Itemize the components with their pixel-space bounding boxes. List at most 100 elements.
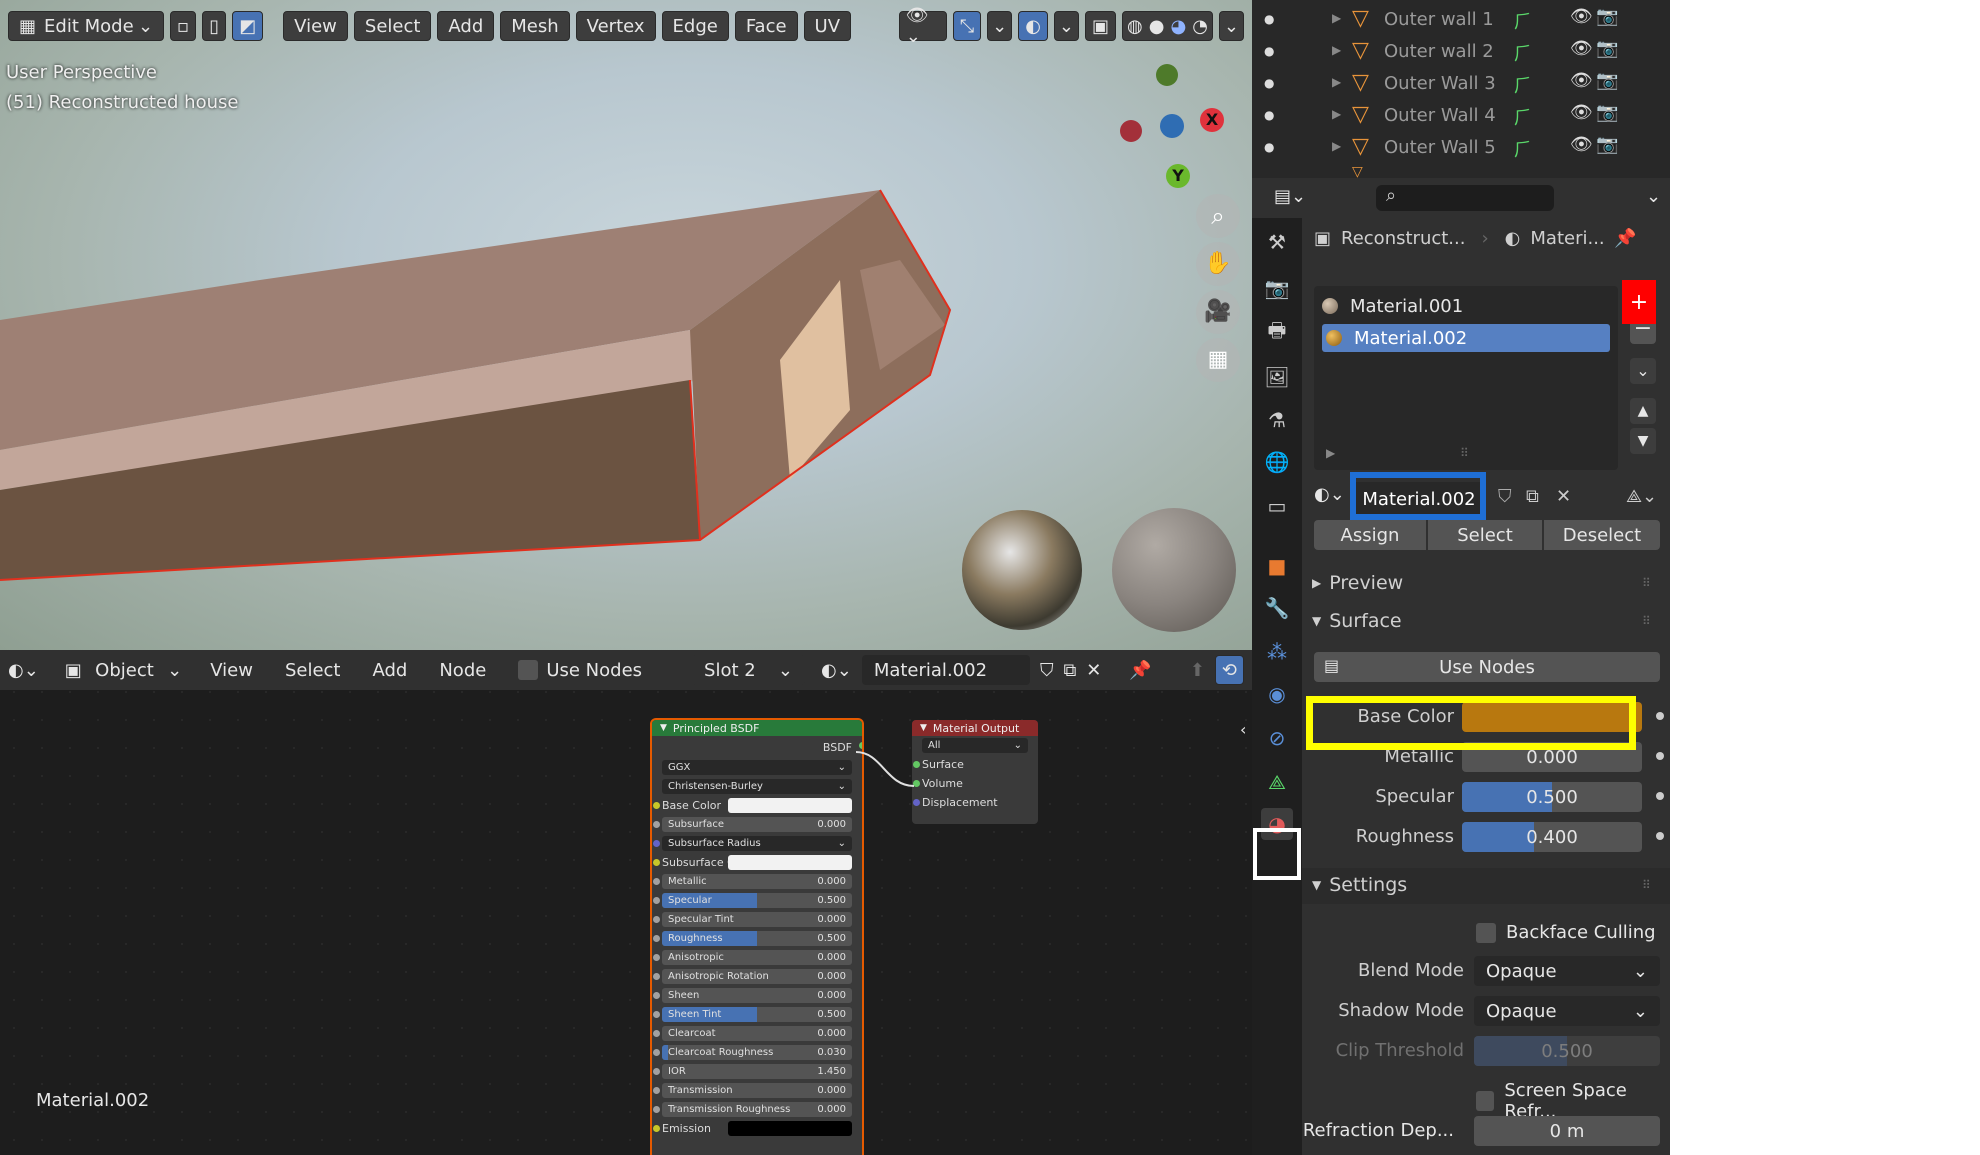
modifier-icon[interactable]: ⺁: [1514, 104, 1532, 130]
z-axis-icon[interactable]: [1156, 64, 1178, 86]
ortho-grid-icon[interactable]: ▦: [1196, 338, 1240, 382]
input-slider[interactable]: Clearcoat Roughness 0.030: [662, 1045, 852, 1060]
input-slider[interactable]: Specular Tint 0.000: [662, 912, 852, 927]
parent-node-tree-icon[interactable]: ⬆: [1190, 660, 1205, 681]
keyframe-dot-icon[interactable]: [1656, 712, 1664, 720]
target-dropdown[interactable]: All ⌄: [922, 736, 1028, 755]
editor-type-icon[interactable]: ◐⌄: [8, 660, 39, 681]
color-swatch[interactable]: [728, 1121, 852, 1136]
unlink-material-icon[interactable]: ✕: [1556, 486, 1571, 507]
object-tab-icon[interactable]: ■: [1261, 550, 1293, 582]
shadow-mode-dropdown[interactable]: Opaque ⌄: [1474, 996, 1660, 1026]
input-socket[interactable]: [653, 1106, 660, 1113]
bsdf-input-row[interactable]: Sheen 0.000: [653, 986, 852, 1005]
bsdf-input-row[interactable]: Specular Tint 0.000: [653, 910, 852, 929]
assign-button[interactable]: Assign: [1314, 520, 1426, 550]
material-browse-icon[interactable]: ◐⌄: [1314, 484, 1345, 505]
xray-toggle-icon[interactable]: ▣: [1085, 11, 1117, 41]
expand-arrow-icon[interactable]: ▶: [1332, 75, 1341, 89]
color-swatch[interactable]: [728, 798, 852, 813]
preview-panel-header[interactable]: ▶ Preview: [1312, 572, 1403, 594]
bsdf-input-row[interactable]: Clearcoat Roughness 0.030: [653, 1043, 852, 1062]
keyframe-dot-icon[interactable]: [1656, 792, 1664, 800]
solid-shading-icon[interactable]: ●: [1149, 16, 1165, 37]
modifier-icon[interactable]: ⺁: [1514, 72, 1532, 98]
material-slot-list[interactable]: Material.001 Material.002 ▶ ⠿: [1314, 286, 1618, 470]
input-socket[interactable]: [653, 916, 660, 923]
edge-select-button[interactable]: ▯: [202, 11, 227, 41]
expand-arrow-icon[interactable]: ▶: [1332, 11, 1341, 25]
neg-x-axis-icon[interactable]: [1120, 120, 1142, 142]
input-slider[interactable]: Metallic 0.000: [662, 874, 852, 889]
material-name-field[interactable]: Material.002: [861, 655, 1030, 685]
collapse-arrow-icon[interactable]: ▼: [660, 723, 667, 733]
overlay-toggle-icon[interactable]: ◐: [1018, 11, 1048, 41]
material-browse-icon[interactable]: ◐⌄: [821, 660, 852, 681]
input-slider[interactable]: Transmission Roughness 0.000: [662, 1102, 852, 1117]
chevron-down-icon[interactable]: ⌄: [1218, 11, 1244, 41]
world-tab-icon[interactable]: 🌐: [1261, 446, 1293, 478]
menu-view[interactable]: View: [210, 660, 253, 681]
pin-icon[interactable]: 📌: [1129, 660, 1151, 681]
bsdf-input-row[interactable]: Emission: [653, 1119, 852, 1138]
subsurface-method-dropdown[interactable]: Christensen-Burley ⌄: [662, 777, 852, 796]
particles-tab-icon[interactable]: ⁂: [1261, 636, 1293, 668]
camera-icon[interactable]: 📷: [1596, 134, 1618, 155]
bsdf-input-row[interactable]: Subsurface Radius ⌄: [653, 834, 852, 853]
sidebar-toggle-icon[interactable]: ‹: [1240, 720, 1246, 739]
bsdf-input-row[interactable]: Clearcoat 0.000: [653, 1024, 852, 1043]
resize-handle-icon[interactable]: ⠿: [1460, 446, 1469, 460]
bsdf-input-row[interactable]: Roughness 0.500: [653, 929, 852, 948]
chevron-down-icon[interactable]: ⌄: [1646, 186, 1661, 207]
input-slider[interactable]: Roughness 0.500: [662, 931, 852, 946]
use-nodes-button[interactable]: ▤ Use Nodes: [1314, 652, 1660, 682]
checkbox-icon[interactable]: [1476, 922, 1496, 943]
move-down-button[interactable]: ▼: [1630, 428, 1656, 454]
node-header[interactable]: ▼ Principled BSDF: [652, 720, 862, 736]
checkbox-icon[interactable]: [1476, 1091, 1495, 1111]
zoom-icon[interactable]: ⌕: [1196, 194, 1240, 238]
gizmo-toggle-icon[interactable]: ⤡: [952, 11, 982, 41]
input-socket[interactable]: [653, 840, 660, 847]
camera-icon[interactable]: 📷: [1596, 6, 1618, 27]
keyframe-dot-icon[interactable]: [1656, 752, 1664, 760]
menu-mesh[interactable]: Mesh: [500, 11, 570, 41]
render-tab-icon[interactable]: 📷: [1261, 272, 1293, 304]
distribution-dropdown[interactable]: GGX ⌄: [662, 758, 852, 777]
input-slider[interactable]: Clearcoat 0.000: [662, 1026, 852, 1041]
pin-icon[interactable]: 📌: [1614, 228, 1636, 249]
eye-icon[interactable]: 👁: [1570, 6, 1593, 27]
bsdf-input-row[interactable]: Subsurface C...: [653, 853, 852, 872]
clip-threshold-slider[interactable]: 0.500: [1474, 1036, 1660, 1066]
outliner-item[interactable]: ● ▶ ▽ Outer wall 1 ⺁ 👁 📷: [1252, 4, 1670, 36]
node-header[interactable]: ▼ Material Output: [912, 720, 1038, 736]
refraction-depth-field[interactable]: 0 m: [1474, 1116, 1660, 1146]
input-slider[interactable]: Anisotropic 0.000: [662, 950, 852, 965]
backface-culling-checkbox[interactable]: Backface Culling: [1476, 922, 1656, 943]
blend-mode-dropdown[interactable]: Opaque ⌄: [1474, 956, 1660, 986]
input-slider[interactable]: Anisotropic Rotation 0.000: [662, 969, 852, 984]
move-up-button[interactable]: ▲: [1630, 398, 1656, 424]
drag-handle-icon[interactable]: ⠿: [1642, 878, 1651, 892]
neg-y-axis-icon[interactable]: [1160, 114, 1184, 138]
bsdf-input-row[interactable]: Sheen Tint 0.500: [653, 1005, 852, 1024]
chevron-down-icon[interactable]: ⌄: [987, 11, 1013, 41]
camera-icon[interactable]: 📷: [1596, 38, 1618, 59]
collection-tab-icon[interactable]: ▭: [1261, 490, 1293, 522]
outliner-item[interactable]: ● ▶ ▽ Outer Wall 3 ⺁ 👁 📷: [1252, 68, 1670, 100]
expand-arrow-icon[interactable]: ▶: [1332, 107, 1341, 121]
bsdf-input-row[interactable]: Subsurface 0.000: [653, 815, 852, 834]
input-slider[interactable]: Subsurface Radius ⌄: [662, 836, 852, 851]
input-socket[interactable]: [653, 821, 660, 828]
eye-icon[interactable]: 👁: [1570, 70, 1593, 91]
surface-panel-header[interactable]: ▼ Surface: [1312, 610, 1402, 632]
fake-user-icon[interactable]: ⛉: [1498, 486, 1512, 507]
expand-arrow-icon[interactable]: ▶: [1332, 139, 1341, 153]
input-socket[interactable]: [653, 1087, 660, 1094]
drag-handle-icon[interactable]: ⠿: [1642, 576, 1651, 590]
pan-hand-icon[interactable]: ✋: [1196, 242, 1240, 286]
camera-icon[interactable]: 📷: [1596, 70, 1618, 91]
settings-panel-header[interactable]: ▼ Settings: [1312, 874, 1407, 896]
input-slider[interactable]: Transmission 0.000: [662, 1083, 852, 1098]
rendered-shading-icon[interactable]: ◔: [1192, 16, 1208, 37]
